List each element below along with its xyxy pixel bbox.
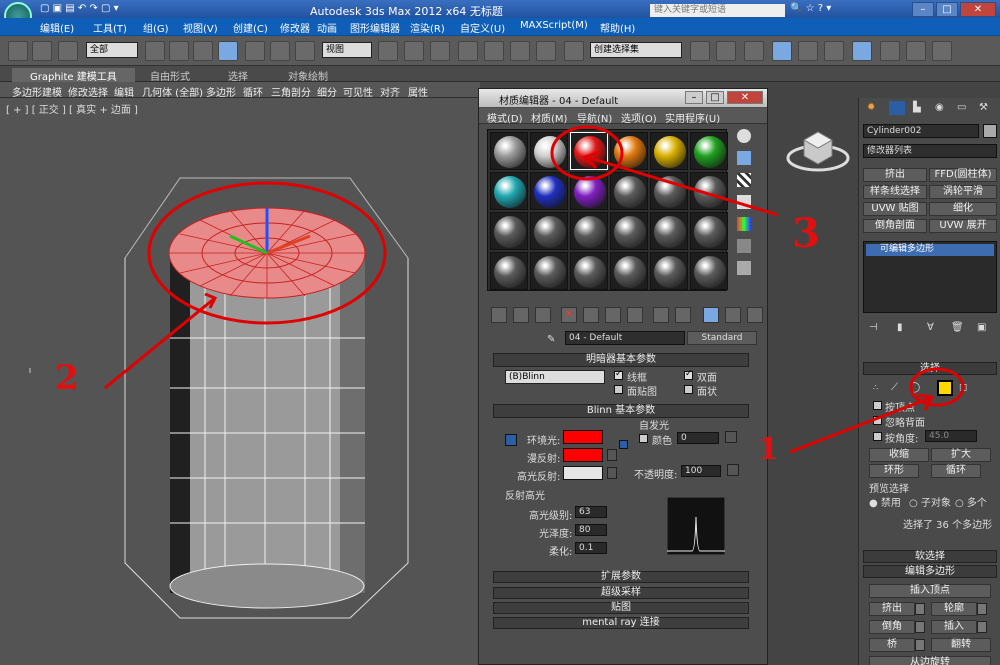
annotation-3: 3 <box>792 210 820 257</box>
annotation-1: 1 <box>758 432 779 467</box>
annotation-overlay <box>550 125 965 454</box>
